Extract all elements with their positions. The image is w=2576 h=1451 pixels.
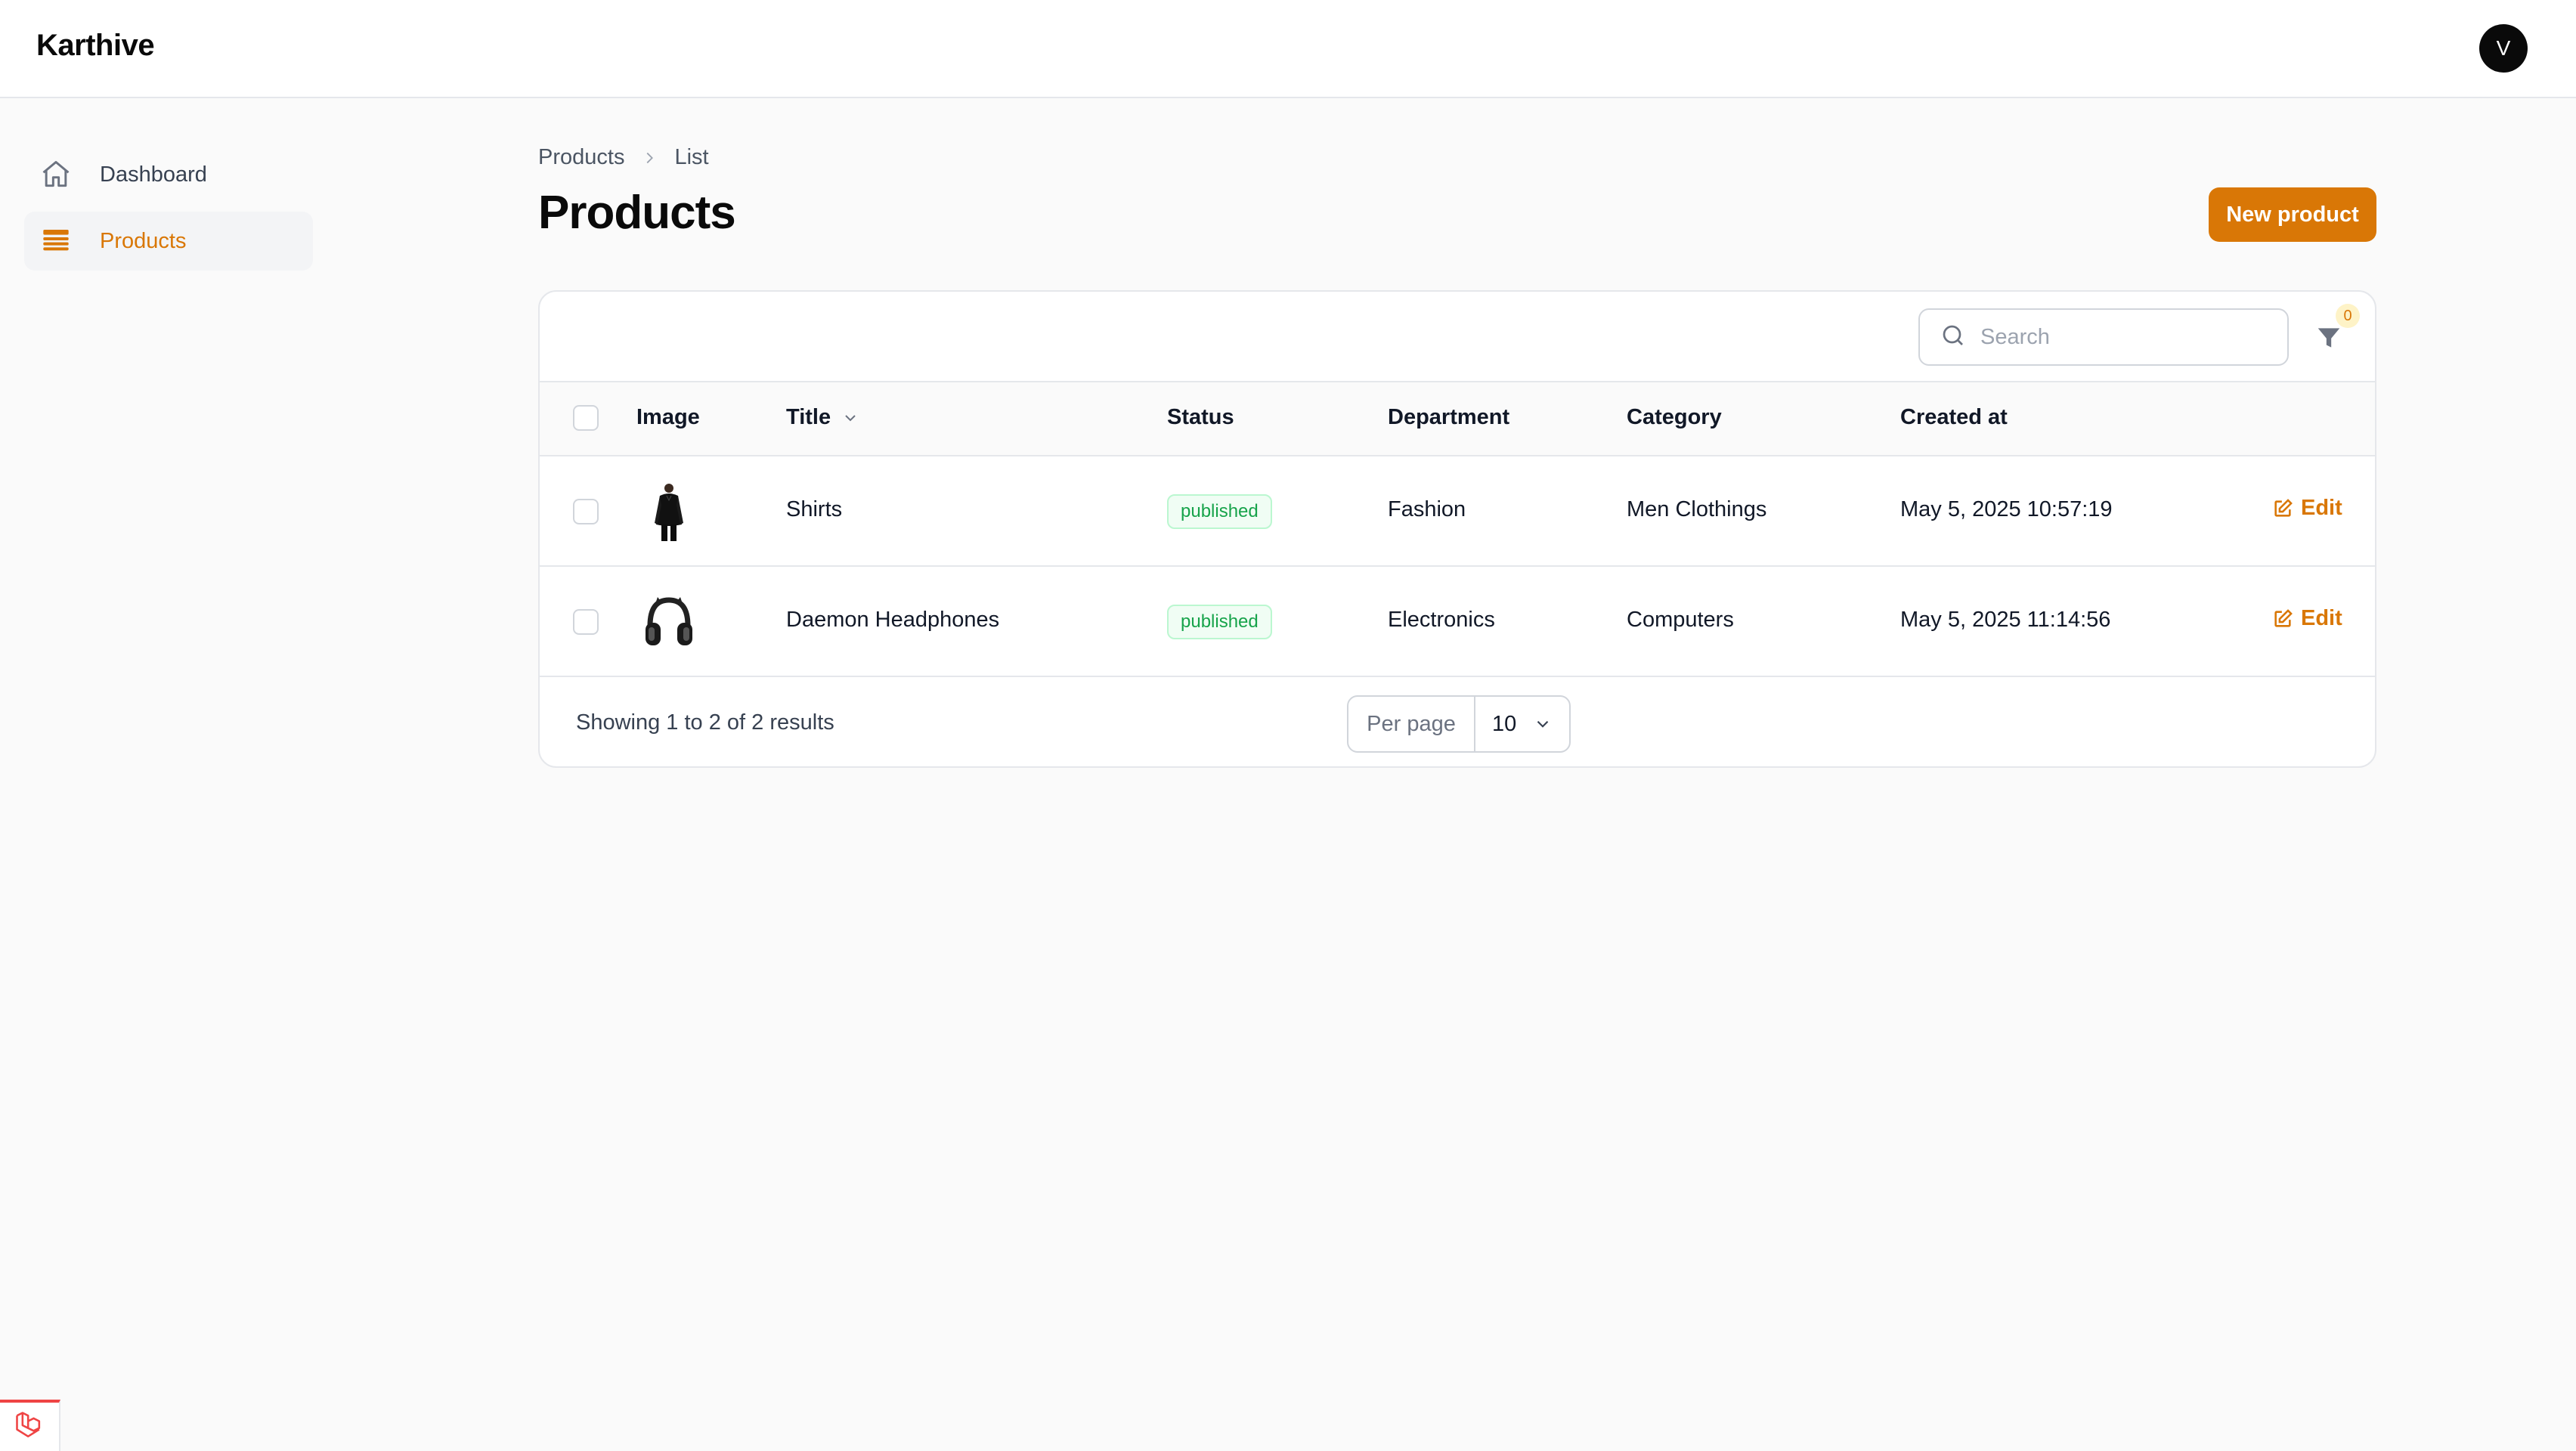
edit-label: Edit <box>2301 606 2342 630</box>
breadcrumb-products[interactable]: Products <box>538 145 624 170</box>
column-header-status: Status <box>1167 405 1234 429</box>
breadcrumb-list: List <box>674 145 709 169</box>
row-checkbox[interactable] <box>573 609 599 635</box>
products-table-card: 0 Image Title Status Department Category… <box>538 290 2376 768</box>
laravel-logo-icon <box>13 1409 46 1446</box>
user-avatar[interactable]: V <box>2479 24 2528 73</box>
product-department: Fashion <box>1388 497 1466 521</box>
brand-logo[interactable]: Karthive <box>36 29 155 63</box>
top-bar: Karthive V <box>0 0 2576 98</box>
column-header-title-label: Title <box>786 405 831 429</box>
list-icon <box>38 223 74 259</box>
table-row: Daemon Headphones published Electronics … <box>540 567 2375 677</box>
table-header: Image Title Status Department Category C… <box>540 382 2375 456</box>
product-image-shirt <box>636 479 701 544</box>
pagination-summary: Showing 1 to 2 of 2 results <box>576 710 834 735</box>
column-header-department: Department <box>1388 405 1510 429</box>
sidebar-item-dashboard[interactable]: Dashboard <box>24 145 313 204</box>
filter-icon <box>2314 323 2343 356</box>
search-input[interactable] <box>1980 324 2283 350</box>
search-box[interactable] <box>1918 308 2289 366</box>
column-header-image: Image <box>636 405 700 429</box>
edit-button[interactable]: Edit <box>2272 606 2342 631</box>
status-badge: published <box>1167 494 1272 529</box>
edit-icon <box>2274 608 2293 627</box>
per-page-dropdown[interactable]: 10 <box>1475 697 1569 751</box>
edit-icon <box>2274 498 2293 517</box>
table-footer: Showing 1 to 2 of 2 results Per page 10 <box>540 677 2375 766</box>
product-title[interactable]: Daemon Headphones <box>786 608 999 633</box>
product-created-at: May 5, 2025 11:14:56 <box>1900 608 2111 632</box>
chevron-down-icon <box>841 409 859 427</box>
sidebar-item-label: Products <box>100 228 187 253</box>
per-page-select[interactable]: Per page 10 <box>1347 695 1571 753</box>
select-all-checkbox[interactable] <box>573 405 599 431</box>
table-toolbar: 0 <box>540 292 2375 382</box>
sidebar-item-label: Dashboard <box>100 162 207 187</box>
search-icon <box>1940 322 1967 353</box>
product-image-headphones <box>636 589 701 654</box>
filter-count-badge: 0 <box>2336 304 2360 328</box>
product-category: Men Clothings <box>1627 497 1767 521</box>
edit-button[interactable]: Edit <box>2272 496 2342 521</box>
home-icon <box>38 156 74 193</box>
product-title[interactable]: Shirts <box>786 497 842 522</box>
product-created-at: May 5, 2025 10:57:19 <box>1900 497 2113 521</box>
column-header-category: Category <box>1627 405 1722 429</box>
table-row: Shirts published Fashion Men Clothings M… <box>540 456 2375 567</box>
debugbar-toggle[interactable] <box>0 1400 60 1451</box>
row-checkbox[interactable] <box>573 499 599 524</box>
product-category: Computers <box>1627 608 1734 632</box>
per-page-label: Per page <box>1348 697 1475 751</box>
per-page-value: 10 <box>1492 711 1517 736</box>
sidebar-item-products[interactable]: Products <box>24 212 313 271</box>
breadcrumb: Products List <box>538 145 709 170</box>
column-header-created-at: Created at <box>1900 405 2008 429</box>
product-department: Electronics <box>1388 608 1495 632</box>
chevron-down-icon <box>1533 714 1553 734</box>
edit-label: Edit <box>2301 496 2342 520</box>
chevron-right-icon <box>641 150 658 166</box>
page-title: Products <box>538 187 736 239</box>
column-header-title[interactable]: Title <box>786 405 859 430</box>
status-badge: published <box>1167 605 1272 639</box>
new-product-button[interactable]: New product <box>2209 187 2376 242</box>
